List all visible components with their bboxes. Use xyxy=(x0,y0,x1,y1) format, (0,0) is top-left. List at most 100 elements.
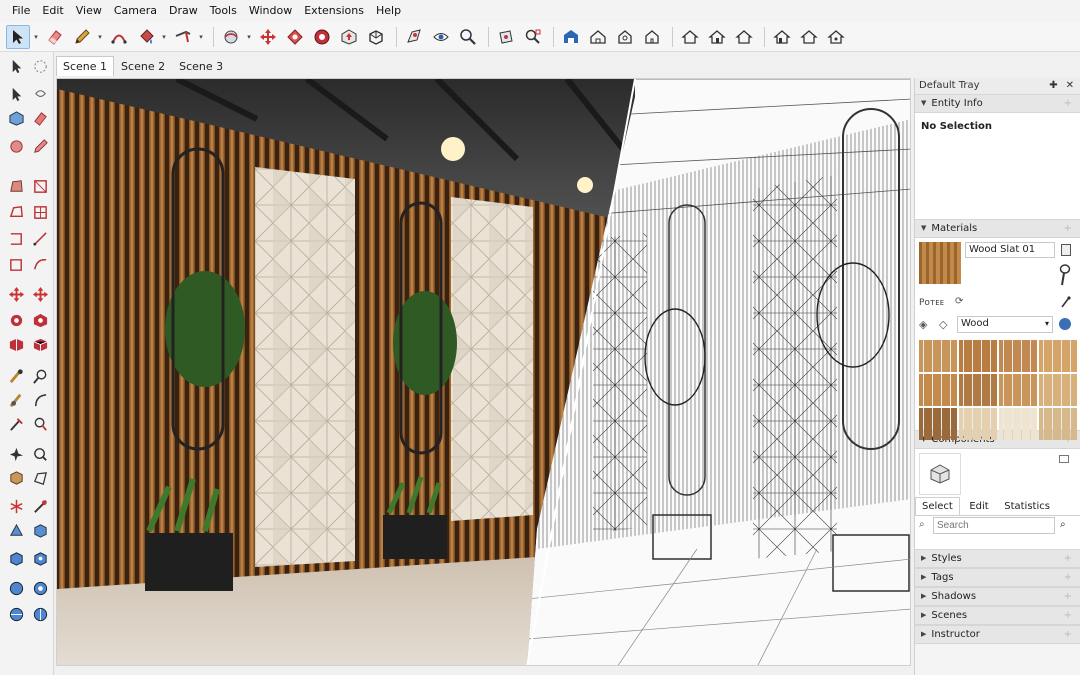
warehouse-button[interactable] xyxy=(559,25,583,49)
warehouse-tool[interactable] xyxy=(6,520,26,540)
paint-tool-button[interactable] xyxy=(134,25,158,49)
scenes-header[interactable]: ▶ Scenes + xyxy=(915,606,1080,625)
zoom-tool-button[interactable] xyxy=(456,25,480,49)
pin-icon[interactable]: ✚ xyxy=(1049,78,1057,94)
menu-file[interactable]: File xyxy=(6,0,36,22)
component-search-input[interactable] xyxy=(933,517,1055,534)
material-create-icon[interactable] xyxy=(1061,244,1071,256)
tab-scene-1[interactable]: Scene 1 xyxy=(56,56,115,76)
select-tool-2[interactable] xyxy=(6,84,26,104)
model-viewport[interactable] xyxy=(56,78,911,666)
shadow-tool[interactable] xyxy=(6,604,26,624)
select-tool-button[interactable] xyxy=(6,24,30,49)
back-icon[interactable]: ◈ xyxy=(919,318,927,331)
styles-tool[interactable] xyxy=(30,578,50,598)
material-swatch[interactable] xyxy=(919,340,957,372)
styles-header[interactable]: ▶ Styles + xyxy=(915,549,1080,568)
material-swatch[interactable] xyxy=(959,340,997,372)
refresh-icon[interactable]: ⟳ xyxy=(955,296,963,307)
pushpull-tool-button[interactable] xyxy=(337,25,361,49)
paint-tool[interactable] xyxy=(6,136,26,156)
arc-tool-2[interactable] xyxy=(30,254,50,274)
material-swatch[interactable] xyxy=(999,340,1037,372)
arc-tool-button[interactable] xyxy=(107,25,131,49)
tab-scene-2[interactable]: Scene 2 xyxy=(114,56,172,76)
menu-window[interactable]: Window xyxy=(243,0,298,22)
scale-tool-button[interactable] xyxy=(310,25,334,49)
tape-dropdown[interactable]: ▾ xyxy=(198,25,204,49)
offset-tool[interactable] xyxy=(30,334,50,354)
zoom-tool[interactable] xyxy=(30,366,50,386)
offset-tool-button[interactable] xyxy=(364,25,388,49)
tape-tool-button[interactable] xyxy=(171,25,195,49)
eraser-tool[interactable] xyxy=(30,108,50,128)
panel-pin-icon[interactable]: + xyxy=(1064,587,1072,606)
close-icon[interactable]: ✕ xyxy=(1066,78,1074,94)
orbit-tool[interactable] xyxy=(6,444,26,464)
walk-tool[interactable] xyxy=(6,468,26,488)
material-swatch[interactable] xyxy=(1039,408,1077,440)
material-name-field[interactable]: Wood Slat 01 xyxy=(965,242,1055,258)
look-tool-button[interactable] xyxy=(429,25,453,49)
top-view-button[interactable] xyxy=(613,25,637,49)
arc-tool[interactable] xyxy=(6,254,26,274)
front-view-button[interactable] xyxy=(640,25,664,49)
rotated-rect-tool[interactable] xyxy=(30,202,50,222)
menu-extensions[interactable]: Extensions xyxy=(298,0,370,22)
home-icon[interactable]: ◇ xyxy=(939,318,947,331)
tags-header[interactable]: ▶ Tags + xyxy=(915,568,1080,587)
material-swatch[interactable] xyxy=(1039,374,1077,406)
tab-select[interactable]: Select xyxy=(915,497,960,515)
lasso-tool[interactable] xyxy=(30,56,50,76)
orbit-tool-button[interactable] xyxy=(219,25,243,49)
rotate-tool-button[interactable] xyxy=(283,25,307,49)
scale-tool[interactable] xyxy=(6,334,26,354)
menu-camera[interactable]: Camera xyxy=(108,0,163,22)
material-swatch[interactable] xyxy=(919,374,957,406)
instructor-header[interactable]: ▶ Instructor + xyxy=(915,625,1080,644)
line-tool[interactable] xyxy=(6,176,26,196)
material-swatch[interactable] xyxy=(999,408,1037,440)
tab-scene-3[interactable]: Scene 3 xyxy=(172,56,230,76)
view-perspective-button[interactable] xyxy=(824,25,848,49)
rotate-tool[interactable] xyxy=(6,310,26,330)
material-swatch[interactable] xyxy=(1039,340,1077,372)
move-tool[interactable] xyxy=(6,284,26,304)
tab-statistics[interactable]: Statistics xyxy=(998,498,1056,515)
details-icon[interactable] xyxy=(1059,318,1071,330)
circle-tool[interactable] xyxy=(6,228,26,248)
select-dropdown[interactable]: ▾ xyxy=(33,25,39,49)
eyedropper-icon[interactable] xyxy=(1061,296,1071,308)
photo-match-tool[interactable] xyxy=(6,578,26,598)
move-tool-button[interactable] xyxy=(256,25,280,49)
freehand-tool[interactable] xyxy=(6,202,26,222)
rectangle-tool[interactable] xyxy=(30,176,50,196)
look-tool[interactable] xyxy=(30,468,50,488)
menu-edit[interactable]: Edit xyxy=(36,0,69,22)
text-tool[interactable] xyxy=(30,414,50,434)
pencil-tool[interactable] xyxy=(30,136,50,156)
pencil-dropdown[interactable]: ▾ xyxy=(97,25,103,49)
tape-tool[interactable] xyxy=(6,366,26,386)
lasso-tool-2[interactable] xyxy=(30,84,50,104)
sample-paint-icon[interactable] xyxy=(1059,264,1071,286)
section-tool-button[interactable] xyxy=(494,25,518,49)
view-right-button[interactable] xyxy=(705,25,729,49)
view-back-button[interactable] xyxy=(732,25,756,49)
move-tool-2[interactable] xyxy=(30,284,50,304)
component-options-icon[interactable] xyxy=(1059,455,1069,463)
eraser-tool-button[interactable] xyxy=(43,25,67,49)
material-swatch[interactable] xyxy=(919,408,957,440)
iso-view-button[interactable] xyxy=(586,25,610,49)
pencil-tool-button[interactable] xyxy=(70,25,94,49)
panel-pin-icon[interactable]: + xyxy=(1064,606,1072,625)
dimension-tool[interactable] xyxy=(6,414,26,434)
shadows-header[interactable]: ▶ Shadows + xyxy=(915,587,1080,606)
component-tool[interactable] xyxy=(6,108,26,128)
pan-tool[interactable] xyxy=(30,444,50,464)
walk-tool-button[interactable] xyxy=(402,25,426,49)
geo-tool[interactable] xyxy=(6,548,26,568)
tab-edit[interactable]: Edit xyxy=(963,498,994,515)
material-swatch[interactable] xyxy=(959,408,997,440)
material-swatch[interactable] xyxy=(959,374,997,406)
